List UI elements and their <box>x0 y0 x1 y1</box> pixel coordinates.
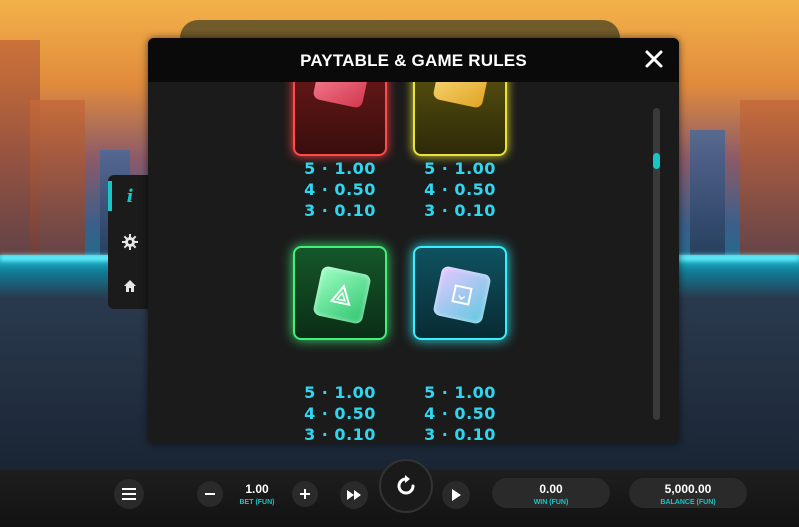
triangle-icon <box>329 284 351 307</box>
win-value: 0.00 <box>539 482 563 496</box>
plus-icon <box>300 489 310 499</box>
side-menu: i <box>108 175 148 309</box>
pay-line: 4 · 0.50 <box>304 404 376 423</box>
pay-line: 4 · 0.50 <box>304 180 376 199</box>
pay-line: 3 · 0.10 <box>304 201 376 220</box>
spin-button[interactable] <box>379 459 433 513</box>
fast-forward-icon <box>347 490 361 500</box>
green-triangle-gem-icon <box>312 265 372 325</box>
modal-header: PAYTABLE & GAME RULES <box>148 38 679 82</box>
scrollbar-thumb[interactable] <box>653 153 660 169</box>
pay-line: 5 · 1.00 <box>424 383 496 402</box>
close-icon <box>645 50 663 68</box>
square-icon <box>451 284 473 306</box>
symbol-green-gem <box>293 246 387 340</box>
side-item-settings[interactable] <box>112 224 148 260</box>
bet-value: 1.00 <box>245 482 269 496</box>
pay-line: 5 · 1.00 <box>304 159 376 178</box>
pay-line: 4 · 0.50 <box>424 404 496 423</box>
decrease-bet-button[interactable] <box>197 481 223 507</box>
side-item-home[interactable] <box>112 268 148 304</box>
pay-line: 5 · 1.00 <box>424 159 496 178</box>
spin-icon <box>397 475 415 495</box>
home-icon <box>124 280 136 292</box>
play-icon <box>452 489 461 501</box>
balance-label: BALANCE (FUN) <box>660 499 716 506</box>
paytable-values-yellow: 5 · 1.00 4 · 0.50 3 · 0.10 <box>413 158 507 221</box>
building <box>690 130 725 270</box>
pay-line: 3 · 0.10 <box>424 425 496 444</box>
paytable-modal: PAYTABLE & GAME RULES 5 · 1.00 4 · 0.50 … <box>148 38 679 444</box>
side-item-info[interactable]: i <box>112 178 148 214</box>
building <box>740 100 799 270</box>
symbol-red-gem <box>293 82 387 156</box>
menu-button[interactable] <box>114 479 144 509</box>
pay-line: 5 · 1.00 <box>304 383 376 402</box>
win-label: WIN (FUN) <box>533 499 569 506</box>
balance-value: 5,000.00 <box>664 482 712 496</box>
scrollbar[interactable] <box>653 108 660 420</box>
building <box>30 100 85 270</box>
red-gem-icon <box>312 82 372 109</box>
minus-icon <box>205 493 215 495</box>
yellow-gem-icon <box>432 82 492 109</box>
bet-label: BET (FUN) <box>239 499 275 506</box>
increase-bet-button[interactable] <box>292 481 318 507</box>
cyan-square-gem-icon <box>432 265 492 325</box>
pay-line: 4 · 0.50 <box>424 180 496 199</box>
close-button[interactable] <box>643 48 665 70</box>
hamburger-icon <box>122 488 136 500</box>
symbol-cyan-gem <box>413 246 507 340</box>
paytable-content[interactable]: 5 · 1.00 4 · 0.50 3 · 0.10 5 · 1.00 4 · … <box>148 82 679 444</box>
paytable-values-green: 5 · 1.00 4 · 0.50 3 · 0.10 <box>293 382 387 444</box>
paytable-values-cyan: 5 · 1.00 4 · 0.50 3 · 0.10 <box>413 382 507 444</box>
symbol-yellow-gem <box>413 82 507 156</box>
autoplay-button[interactable] <box>442 481 470 509</box>
modal-title: PAYTABLE & GAME RULES <box>300 51 527 70</box>
turbo-button[interactable] <box>340 481 368 509</box>
info-icon: i <box>126 185 134 207</box>
gear-icon <box>122 234 138 250</box>
pay-line: 3 · 0.10 <box>424 201 496 220</box>
paytable-values-red: 5 · 1.00 4 · 0.50 3 · 0.10 <box>293 158 387 221</box>
pay-line: 3 · 0.10 <box>304 425 376 444</box>
